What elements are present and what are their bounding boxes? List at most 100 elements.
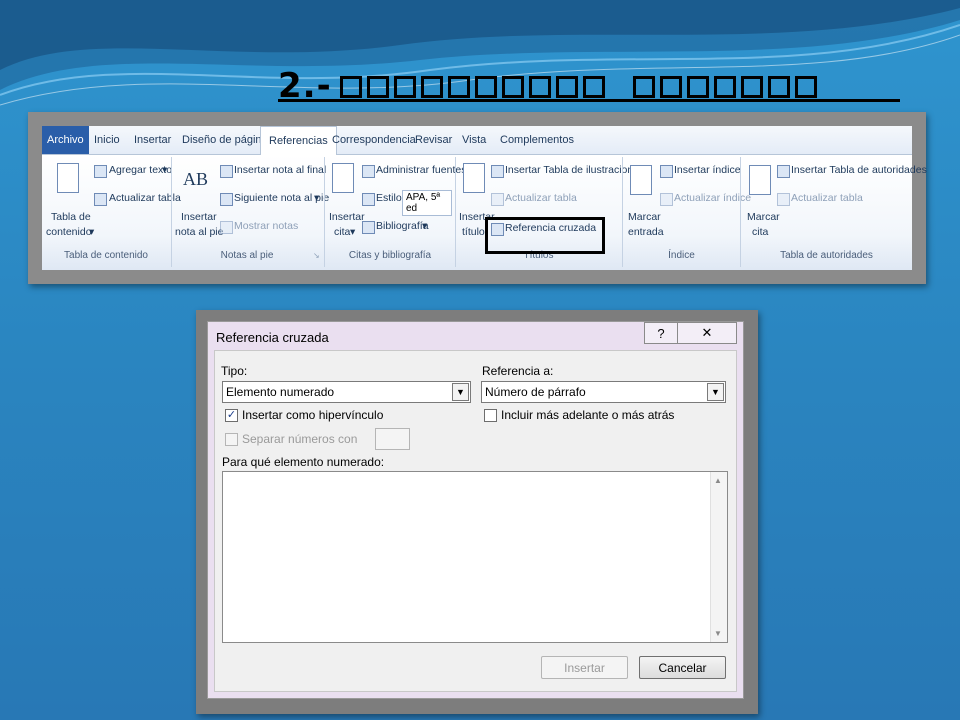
show-notes-icon <box>220 221 233 234</box>
insertar-cita-line2[interactable]: cita <box>334 226 350 238</box>
table-of-contents-icon <box>57 163 79 193</box>
incluir-label: Incluir más adelante o más atrás <box>501 408 675 422</box>
update-table-icon <box>777 193 790 206</box>
referencia-select[interactable]: Número de párrafo ▼ <box>481 381 726 403</box>
marcar-cita-line1[interactable]: Marcar <box>747 211 780 223</box>
chevron-down-icon: ▾ <box>350 226 356 238</box>
title-glyph-box <box>501 76 524 98</box>
tab-referencias[interactable]: Referencias <box>260 126 337 156</box>
title-glyph-box <box>659 76 682 98</box>
help-icon: ? <box>657 325 665 341</box>
marcar-cita-line2[interactable]: cita <box>752 226 768 238</box>
slide-title: 2.- <box>278 60 908 104</box>
group-label-indice: Índice <box>668 250 695 261</box>
title-glyph-box <box>740 76 763 98</box>
tab-inicio[interactable]: Inicio <box>94 126 120 154</box>
close-button[interactable]: ✕ <box>677 322 737 344</box>
estilo-select[interactable]: APA, 5ª ed <box>402 190 452 216</box>
insert-citation-icon <box>332 163 354 193</box>
tab-insertar[interactable]: Insertar <box>134 126 171 154</box>
tabla-contenido-line1[interactable]: Tabla de <box>51 211 91 223</box>
insertar-nota-pie-line2[interactable]: nota al pie <box>175 226 223 238</box>
insertar-nota-pie-line1[interactable]: Insertar <box>181 211 217 223</box>
ribbon-body: Tabla de contenido ▾ Agregar texto ▾ Act… <box>42 155 927 270</box>
insertar-indice-button[interactable]: Insertar índice <box>674 164 741 176</box>
next-footnote-icon <box>220 193 233 206</box>
chevron-down-icon[interactable]: ▼ <box>707 383 724 401</box>
estilo-value: APA, 5ª ed <box>406 192 441 214</box>
title-glyph-box <box>713 76 736 98</box>
help-button[interactable]: ? <box>644 322 678 344</box>
tabla-contenido-line2[interactable]: contenido <box>46 226 92 238</box>
bibliografia-button[interactable]: Bibliografía <box>376 220 429 232</box>
title-glyph-box <box>767 76 790 98</box>
insert-caption-icon <box>463 163 485 193</box>
actualizar-tabla-autoridades-button[interactable]: Actualizar tabla <box>791 192 863 204</box>
marcar-entrada-line1[interactable]: Marcar <box>628 211 661 223</box>
table-of-figures-icon <box>491 165 504 178</box>
tab-diseno-pagina[interactable]: Diseño de página <box>182 126 268 154</box>
update-table-icon <box>491 193 504 206</box>
referencia-value: Número de párrafo <box>485 385 586 399</box>
dialog-launcher-icon[interactable]: ↘ <box>313 251 320 260</box>
table-of-authorities-icon <box>777 165 790 178</box>
insertar-titulo-line2[interactable]: título <box>462 226 485 238</box>
group-label-notas-pie: Notas al pie <box>220 250 274 261</box>
title-glyph-box <box>393 76 416 98</box>
footnote-icon: AB <box>183 169 209 189</box>
cancelar-button[interactable]: Cancelar <box>639 656 726 679</box>
title-glyph-box <box>528 76 551 98</box>
mark-citation-icon <box>749 165 771 195</box>
close-icon: ✕ <box>701 325 713 340</box>
hipervinculo-checkbox[interactable]: ✓ <box>225 409 238 422</box>
administrar-fuentes-button[interactable]: Administrar fuentes <box>376 164 466 176</box>
tab-complementos[interactable]: Complementos <box>500 126 574 154</box>
tab-correspondencia[interactable]: Correspondencia <box>332 126 416 154</box>
referencia-cruzada-dialog: Referencia cruzada ? ✕ Tipo: Elemento nu… <box>207 321 744 699</box>
title-glyph-box <box>420 76 443 98</box>
word-ribbon: Archivo Inicio Insertar Diseño de página… <box>42 126 927 270</box>
marcar-entrada-line2[interactable]: entrada <box>628 226 664 238</box>
tipo-label: Tipo: <box>221 364 248 378</box>
title-glyph-box <box>474 76 497 98</box>
tipo-value: Elemento numerado <box>226 385 335 399</box>
elementos-list[interactable]: ▲ ▼ <box>222 471 728 643</box>
chevron-down-icon: ▾ <box>89 226 95 238</box>
insertar-cita-line1[interactable]: Insertar <box>329 211 365 223</box>
style-icon <box>362 193 375 206</box>
scroll-down-icon[interactable]: ▼ <box>714 629 722 638</box>
dialog-content: Tipo: Elemento numerado ▼ Referencia a: … <box>214 350 737 692</box>
add-text-icon <box>94 165 107 178</box>
separar-checkbox[interactable] <box>225 433 238 446</box>
mark-entry-icon <box>630 165 652 195</box>
chevron-down-icon: ▾ <box>314 192 320 204</box>
referencia-label: Referencia a: <box>482 364 554 378</box>
lista-label: Para qué elemento numerado: <box>222 455 385 469</box>
estilo-label: Estilo: <box>376 192 405 204</box>
title-glyph-box <box>339 76 362 98</box>
chevron-down-icon[interactable]: ▼ <box>452 383 469 401</box>
tab-revisar[interactable]: Revisar <box>415 126 452 154</box>
actualizar-tabla-ilustraciones-button[interactable]: Actualizar tabla <box>505 192 577 204</box>
list-scrollbar[interactable]: ▲ ▼ <box>710 472 727 642</box>
scroll-up-icon[interactable]: ▲ <box>714 476 722 485</box>
title-glyph-box <box>794 76 817 98</box>
endnote-icon <box>220 165 233 178</box>
update-table-icon <box>94 193 107 206</box>
separar-input[interactable] <box>375 428 410 450</box>
mostrar-notas-button[interactable]: Mostrar notas <box>234 220 298 232</box>
tab-archivo[interactable]: Archivo <box>42 126 89 154</box>
insertar-tabla-ilustraciones-button[interactable]: Insertar Tabla de ilustraciones <box>505 164 644 176</box>
tab-vista[interactable]: Vista <box>462 126 486 154</box>
insertar-button[interactable]: Insertar <box>541 656 628 679</box>
insertar-nota-final-button[interactable]: Insertar nota al final <box>234 164 326 176</box>
title-glyph-box <box>582 76 605 98</box>
tipo-select[interactable]: Elemento numerado ▼ <box>222 381 471 403</box>
insert-index-icon <box>660 165 673 178</box>
slide-title-underline <box>278 99 900 102</box>
chevron-down-icon: ▾ <box>422 220 428 232</box>
update-index-icon <box>660 193 673 206</box>
manage-sources-icon <box>362 165 375 178</box>
incluir-checkbox[interactable] <box>484 409 497 422</box>
insertar-tabla-autoridades-button[interactable]: Insertar Tabla de autoridades <box>791 164 927 176</box>
